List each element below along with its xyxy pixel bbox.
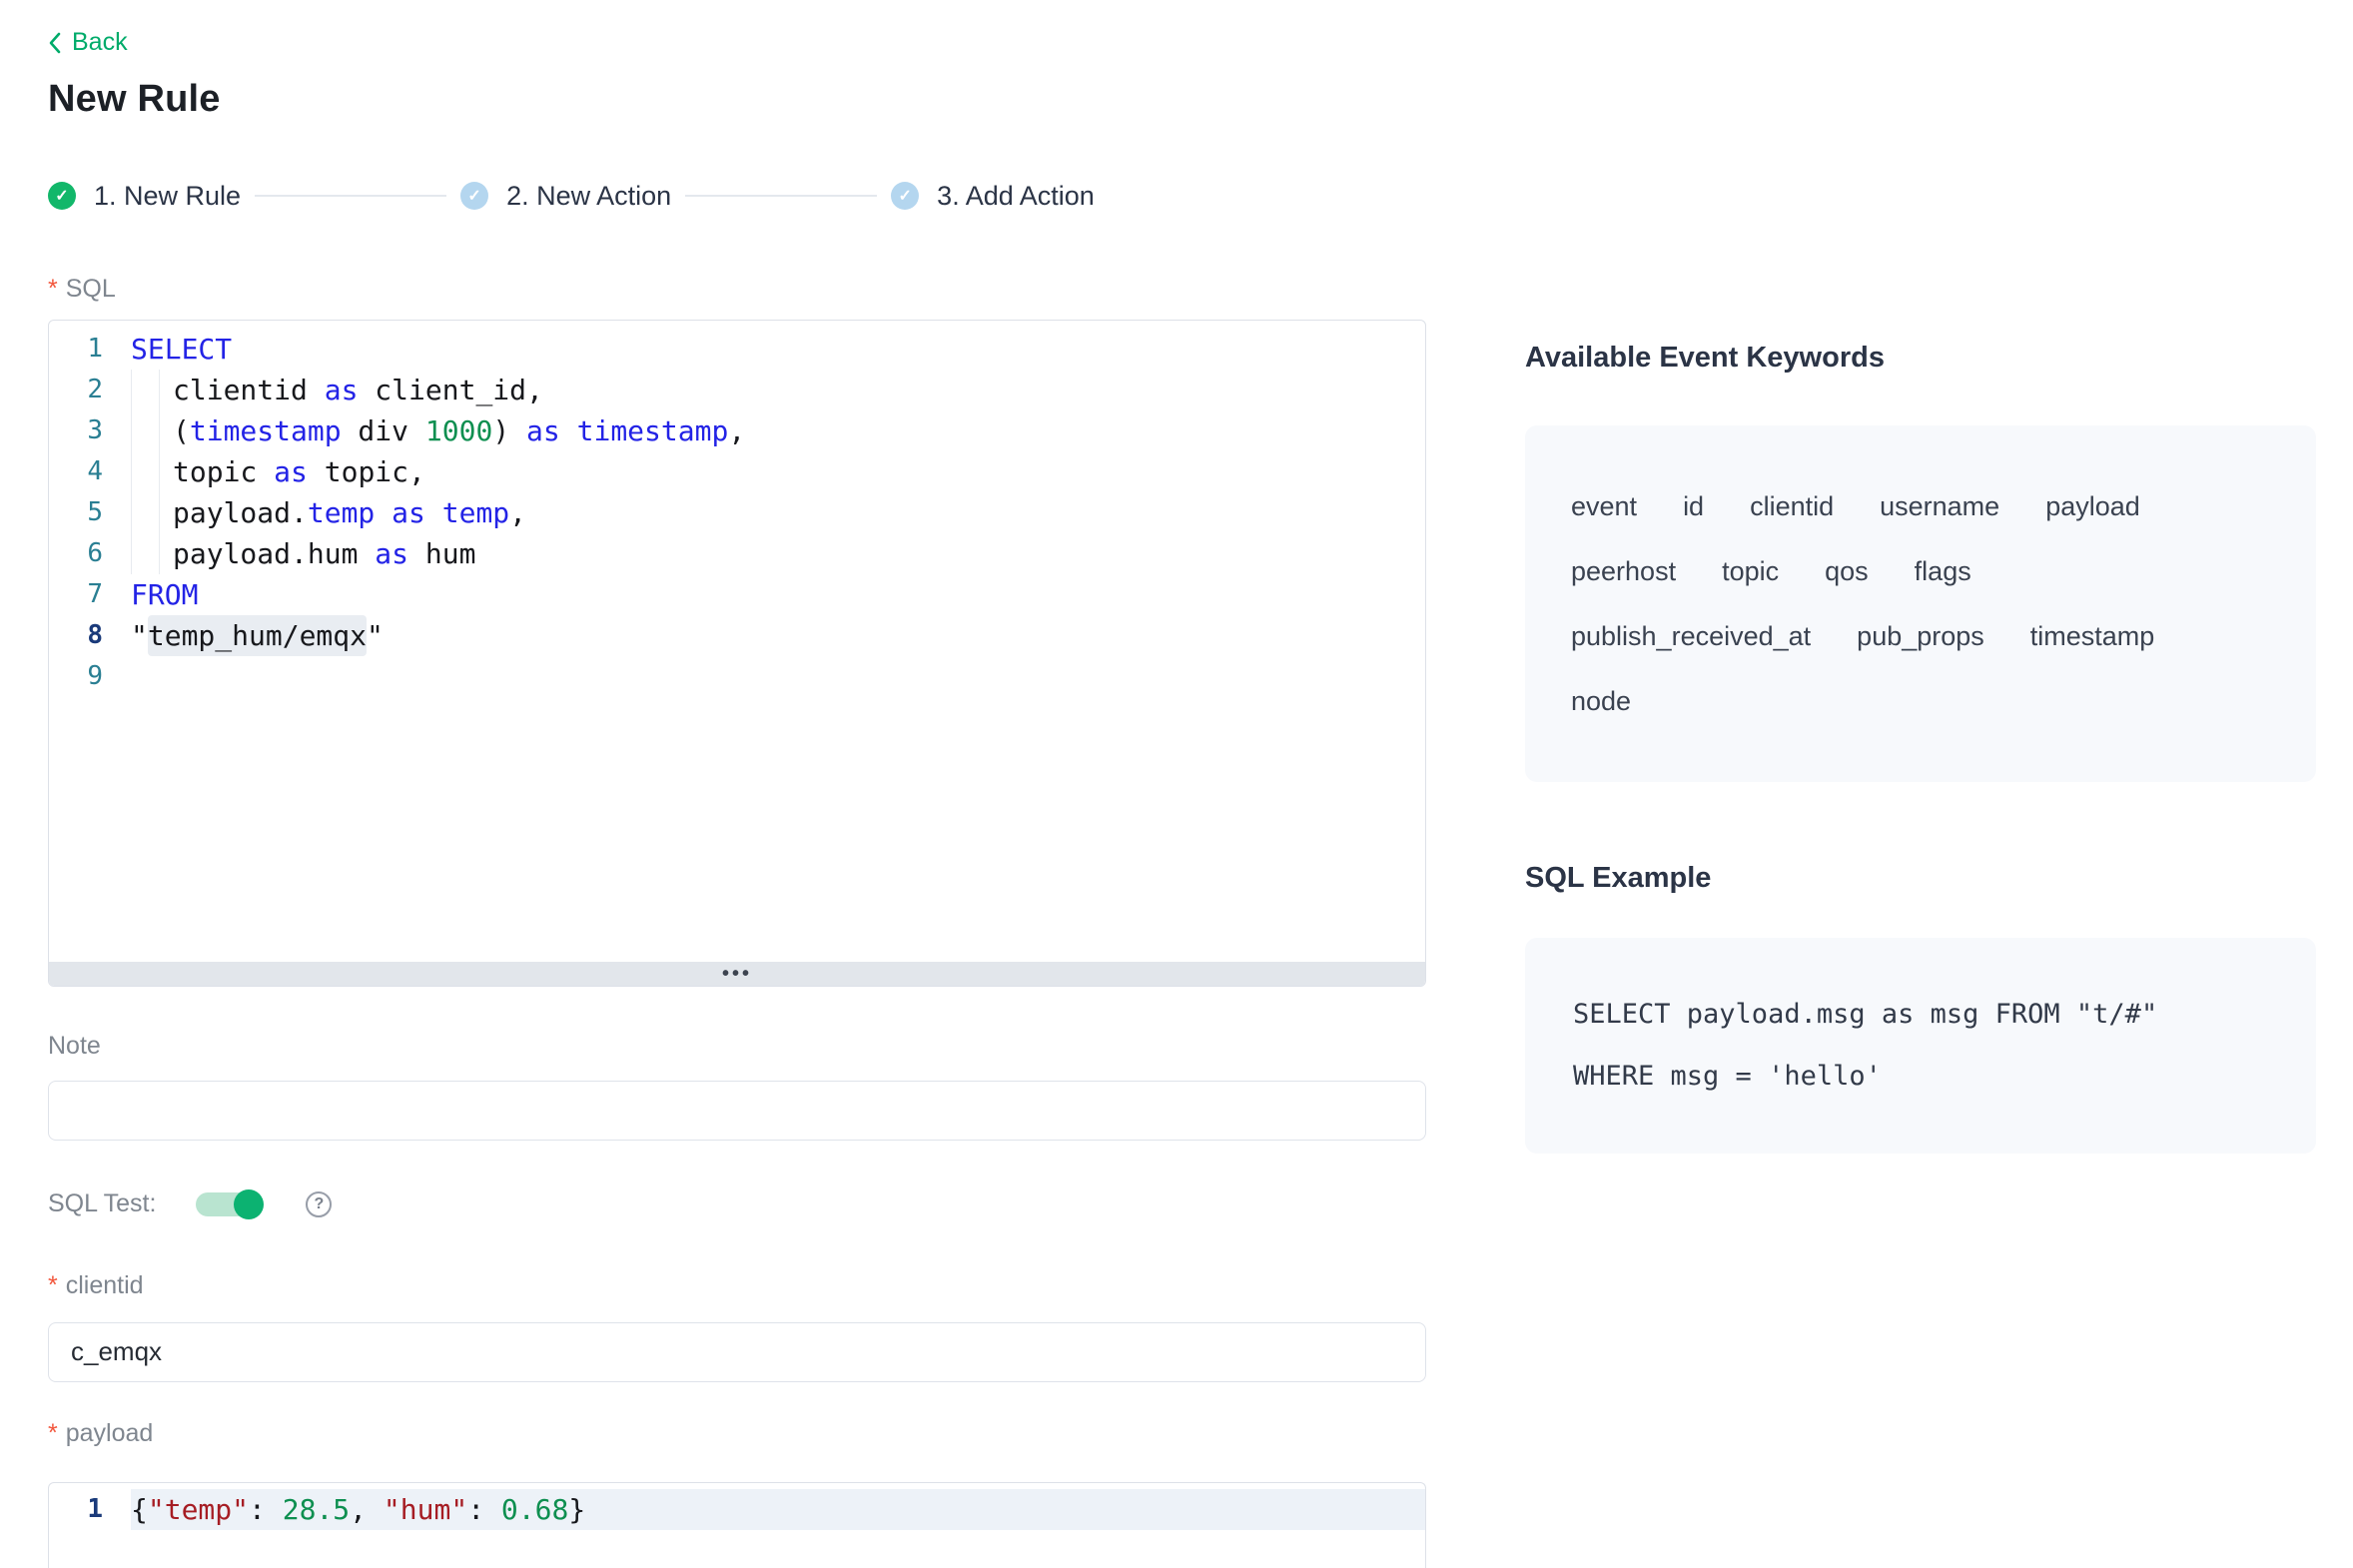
event-keyword: id [1683, 489, 1704, 523]
indent-guide [131, 533, 173, 574]
code-line: 4topic as topic, [49, 451, 1425, 492]
line-number: 2 [49, 370, 131, 410]
payload-editor[interactable]: 1{"temp": 28.5, "hum": 0.68} [48, 1482, 1426, 1568]
sql-example-line: WHERE msg = 'hello' [1573, 1046, 2286, 1108]
step-1-label: 1. New Rule [94, 181, 241, 212]
clientid-input[interactable] [48, 1322, 1426, 1382]
line-number: 1 [49, 1489, 131, 1530]
payload-field-label: *payload [48, 1418, 1426, 1448]
event-keyword: flags [1915, 554, 1971, 588]
help-panel: Available Event Keywords event id clientid… [1525, 340, 2316, 1154]
keyword-row: peerhost topic qos flags [1571, 554, 2270, 588]
toggle-knob [234, 1189, 264, 1219]
line-number: 4 [49, 451, 131, 492]
line-number: 6 [49, 533, 131, 574]
step-1-check-icon: ✓ [48, 182, 76, 210]
code-line: 6payload.hum as hum [49, 533, 1425, 574]
code-content [131, 656, 1425, 697]
code-line: 3(timestamp div 1000) as timestamp, [49, 410, 1425, 451]
line-number: 7 [49, 574, 131, 615]
sql-test-row: SQL Test: ? [48, 1188, 1426, 1220]
code-line: 1{"temp": 28.5, "hum": 0.68} [49, 1489, 1425, 1530]
sql-example-line: SELECT payload.msg as msg FROM "t/#" [1573, 984, 2286, 1046]
event-keyword: pub_props [1857, 619, 1984, 653]
code-line: 2clientid as client_id, [49, 370, 1425, 410]
page-title: New Rule [48, 78, 1426, 121]
clientid-field-label: *clientid [48, 1270, 1426, 1300]
keywords-title: Available Event Keywords [1525, 340, 2316, 376]
event-keyword: payload [2045, 489, 2140, 523]
code-content: SELECT [131, 329, 1425, 370]
step-2-check-icon: ✓ [460, 182, 488, 210]
sql-editor[interactable]: 1SELECT2clientid as client_id,3(timestam… [48, 320, 1426, 987]
event-keyword: qos [1825, 554, 1869, 588]
step-1: ✓ 1. New Rule [48, 181, 241, 212]
event-keyword: timestamp [2030, 619, 2155, 653]
note-input[interactable] [48, 1081, 1426, 1141]
indent-guide [131, 410, 173, 451]
editor-resize-handle[interactable]: ••• [49, 962, 1425, 986]
code-content: "temp_hum/emqx" [131, 615, 1425, 656]
note-field-label: Note [48, 1031, 1426, 1061]
code-content: clientid as client_id, [131, 370, 1425, 410]
sql-editor-lines: 1SELECT2clientid as client_id,3(timestam… [49, 321, 1425, 962]
keyword-row: publish_received_at pub_props timestamp [1571, 619, 2270, 653]
indent-guide [131, 492, 173, 533]
code-line: 9 [49, 656, 1425, 697]
code-content: payload.hum as hum [131, 533, 1425, 574]
event-keyword: topic [1722, 554, 1779, 588]
code-line: 1SELECT [49, 329, 1425, 370]
event-keyword: username [1880, 489, 1999, 523]
line-number: 1 [49, 329, 131, 370]
code-content: topic as topic, [131, 451, 1425, 492]
step-3: ✓ 3. Add Action [891, 181, 1095, 212]
chevron-left-icon [48, 31, 62, 55]
event-keyword: peerhost [1571, 554, 1676, 588]
step-connector [255, 195, 446, 197]
keywords-box: event id clientid username payload peerhost to… [1525, 425, 2316, 782]
step-indicator: ✓ 1. New Rule ✓ 2. New Action ✓ 3. Add A… [48, 181, 1426, 212]
event-keyword: clientid [1750, 489, 1834, 523]
line-number: 8 [49, 615, 131, 656]
required-asterisk: * [48, 1419, 58, 1447]
line-number: 5 [49, 492, 131, 533]
code-line: 8"temp_hum/emqx" [49, 615, 1425, 656]
step-3-label: 3. Add Action [937, 181, 1095, 212]
sql-example-title: SQL Example [1525, 860, 2316, 896]
main-column: Back New Rule ✓ 1. New Rule ✓ 2. New Act… [48, 0, 1426, 1568]
step-connector [685, 195, 877, 197]
line-number: 9 [49, 656, 131, 697]
back-label: Back [72, 28, 128, 57]
sql-test-label: SQL Test: [48, 1189, 156, 1218]
payload-editor-lines: 1{"temp": 28.5, "hum": 0.68} [49, 1483, 1425, 1568]
required-asterisk: * [48, 275, 58, 303]
sql-test-toggle[interactable] [196, 1192, 262, 1216]
code-line: 5payload.temp as temp, [49, 492, 1425, 533]
event-keyword: node [1571, 684, 1631, 718]
required-asterisk: * [48, 1271, 58, 1299]
code-content: FROM [131, 574, 1425, 615]
step-2-label: 2. New Action [506, 181, 671, 212]
step-3-check-icon: ✓ [891, 182, 919, 210]
line-number: 3 [49, 410, 131, 451]
code-content: (timestamp div 1000) as timestamp, [131, 410, 1425, 451]
code-line: 7FROM [49, 574, 1425, 615]
sql-field-label: *SQL [48, 274, 1426, 304]
help-icon[interactable]: ? [306, 1191, 332, 1217]
indent-guide [131, 370, 173, 410]
keyword-row: node [1571, 684, 2270, 718]
keyword-row: event id clientid username payload [1571, 489, 2270, 523]
indent-guide [131, 451, 173, 492]
sql-example-box: SELECT payload.msg as msg FROM "t/#" WHE… [1525, 938, 2316, 1154]
event-keyword: event [1571, 489, 1637, 523]
code-content: payload.temp as temp, [131, 492, 1425, 533]
step-2: ✓ 2. New Action [460, 181, 671, 212]
code-content: {"temp": 28.5, "hum": 0.68} [131, 1489, 1425, 1530]
event-keyword: publish_received_at [1571, 619, 1811, 653]
back-link[interactable]: Back [48, 28, 128, 57]
